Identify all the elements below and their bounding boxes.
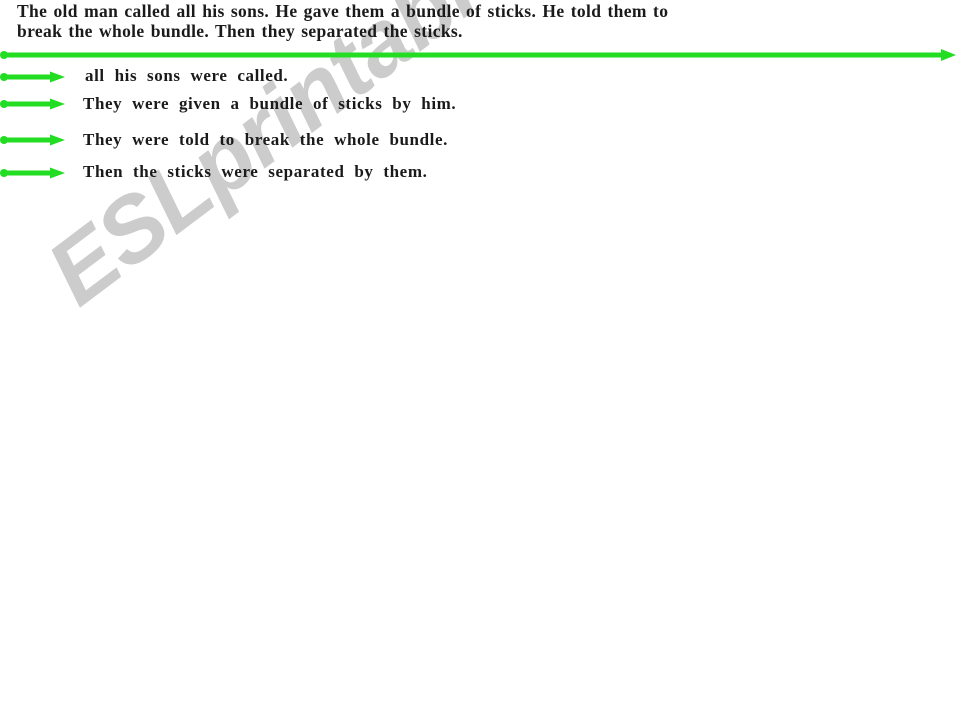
arrow-sentence-3-icon — [0, 133, 70, 149]
arrow-sentence-4-icon — [0, 166, 70, 182]
content-layer: The old man called all his sons. He gave… — [0, 0, 960, 720]
arrow-divider-icon — [0, 48, 960, 64]
transformed-sentence-2: They were given a bundle of sticks by hi… — [83, 94, 457, 113]
arrow-sentence-1-icon — [0, 70, 70, 86]
transformed-sentence-3: They were told to break the whole bundle… — [83, 130, 448, 149]
worksheet-page: ESLprintables.com The old man called all… — [0, 0, 960, 720]
transformed-sentence-1: all his sons were called. — [85, 66, 289, 85]
source-paragraph: The old man called all his sons. He gave… — [17, 1, 669, 41]
transformed-sentence-4: Then the sticks were separated by them. — [83, 162, 428, 181]
arrow-sentence-2-icon — [0, 97, 70, 113]
